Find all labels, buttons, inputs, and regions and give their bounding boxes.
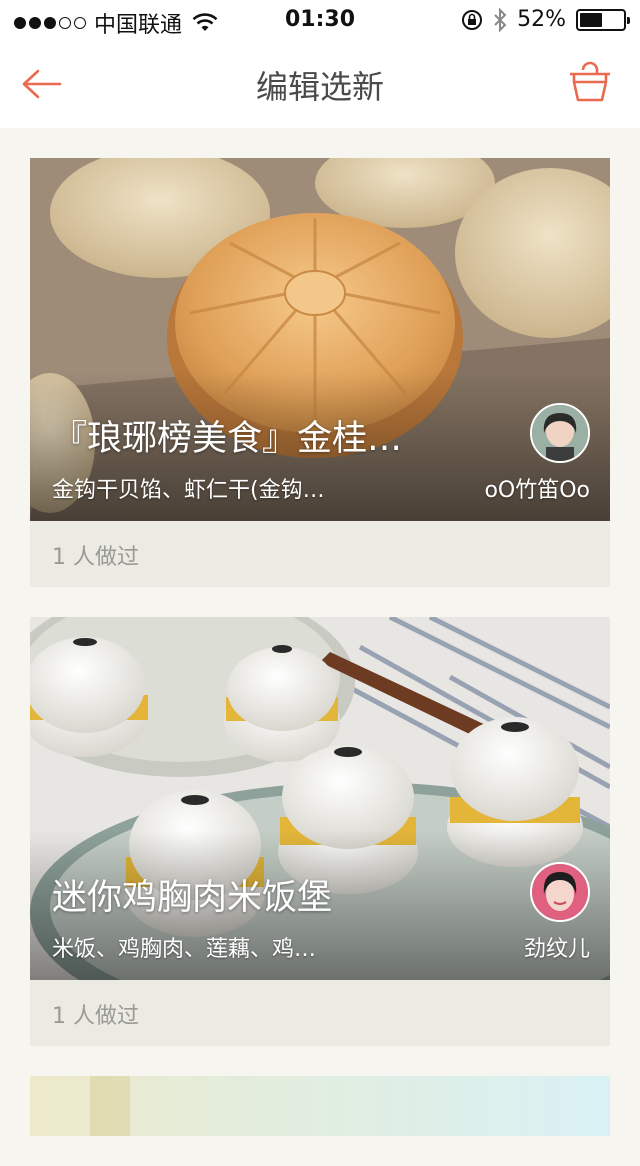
bluetooth-icon — [494, 7, 507, 32]
recipe-title: 『琅琊榜美食』金桂… — [52, 419, 403, 459]
battery-fill — [580, 12, 602, 27]
recipe-card[interactable]: 迷你鸡胸肉米饭堡 米饭、鸡胸肉、莲藕、鸡… 劲纹儿 1 人做过 — [30, 617, 610, 1046]
author-name[interactable]: oO竹笛Oo — [484, 472, 590, 504]
basket-icon[interactable] — [566, 58, 614, 106]
rotation-lock-icon — [462, 9, 483, 30]
author-name[interactable]: 劲纹儿 — [524, 931, 590, 963]
recipe-ingredients: 米饭、鸡胸肉、莲藕、鸡… — [52, 937, 317, 962]
recipe-photo[interactable]: 『琅琊榜美食』金桂… 金钩干贝馅、虾仁干(金钩… oO竹笛Oo — [30, 158, 610, 521]
recipe-photo[interactable]: 迷你鸡胸肉米饭堡 米饭、鸡胸肉、莲藕、鸡… 劲纹儿 — [30, 617, 610, 980]
author-avatar[interactable] — [530, 403, 590, 463]
nav-bar: 编辑选新 — [0, 40, 640, 128]
recipe-card[interactable] — [30, 1076, 610, 1136]
recipe-photo-partial — [30, 1076, 610, 1136]
status-bar: 中国联通 01:30 52% — [0, 0, 640, 40]
recipe-ingredients: 金钩干贝馅、虾仁干(金钩… — [52, 478, 325, 503]
author-avatar[interactable] — [530, 862, 590, 922]
battery-icon — [576, 8, 630, 31]
recipe-card[interactable]: 『琅琊榜美食』金桂… 金钩干贝馅、虾仁干(金钩… oO竹笛Oo 1 人做过 — [30, 158, 610, 587]
status-right: 52% — [461, 7, 630, 32]
recipe-feed: 『琅琊榜美食』金桂… 金钩干贝馅、虾仁干(金钩… oO竹笛Oo 1 人做过 迷你… — [30, 158, 610, 1166]
recipe-photo[interactable] — [30, 1076, 610, 1136]
recipe-title: 迷你鸡胸肉米饭堡 — [52, 878, 333, 918]
page-title: 编辑选新 — [255, 68, 384, 106]
battery-percent: 52% — [517, 7, 566, 32]
made-count: 1 人做过 — [30, 521, 610, 587]
made-count: 1 人做过 — [30, 980, 610, 1046]
